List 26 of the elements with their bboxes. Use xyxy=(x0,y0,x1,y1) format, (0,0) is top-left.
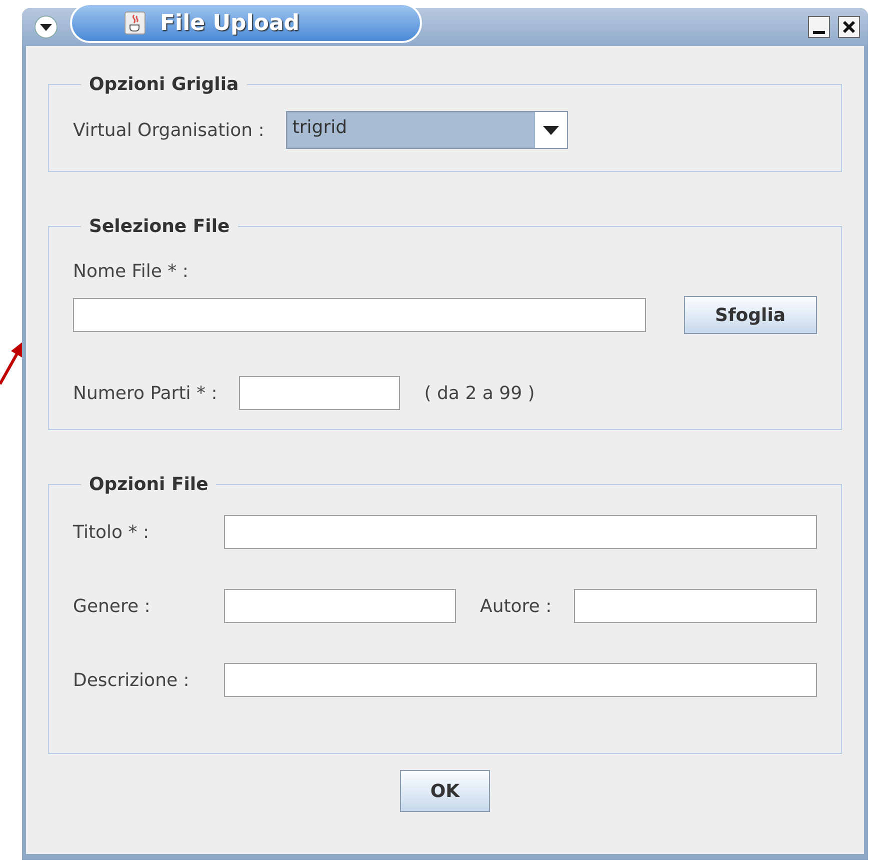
cup-icon xyxy=(124,11,146,35)
group-title: Opzioni File xyxy=(88,474,210,495)
browse-button[interactable]: Sfoglia xyxy=(684,296,817,334)
field-label: Autore : xyxy=(480,596,552,616)
menu-icon[interactable] xyxy=(34,15,58,39)
title-field[interactable] xyxy=(224,515,817,549)
genre-field[interactable] xyxy=(224,589,456,623)
field-label: Titolo * : xyxy=(73,522,150,542)
field-label: Numero Parti * : xyxy=(73,382,218,404)
organisation-dropdown[interactable]: trigrid xyxy=(286,111,568,149)
close-icon[interactable] xyxy=(838,16,860,38)
minimize-icon[interactable] xyxy=(808,16,830,38)
ok-button[interactable]: OK xyxy=(400,770,490,812)
group-title: Opzioni Griglia xyxy=(88,74,240,95)
parts-field[interactable] xyxy=(239,376,400,410)
range-hint: ( da 2 a 99 ) xyxy=(424,382,535,404)
window-title: File Upload xyxy=(160,10,300,36)
description-field[interactable] xyxy=(224,663,817,697)
caret-icon xyxy=(543,126,560,134)
field-label: Genere : xyxy=(73,596,152,616)
author-field[interactable] xyxy=(574,589,817,623)
field-label: Nome File * : xyxy=(73,261,188,282)
field-label: Descrizione : xyxy=(73,670,190,690)
file-name-field[interactable] xyxy=(73,298,646,332)
field-label: Virtual Organisation : xyxy=(73,120,264,140)
group-title: Selezione File xyxy=(88,216,231,237)
